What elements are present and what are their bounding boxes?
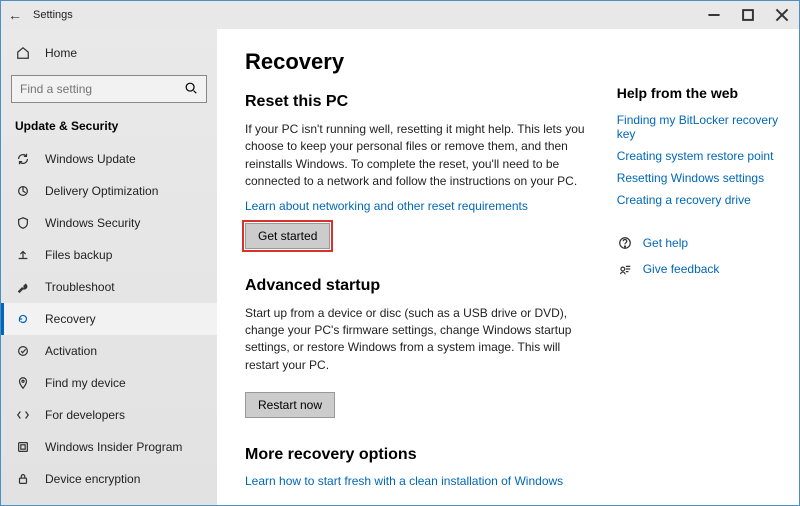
page-title: Recovery (245, 49, 589, 75)
sidebar-item-windows-insider[interactable]: Windows Insider Program (1, 431, 217, 463)
sidebar-item-find-my-device[interactable]: Find my device (1, 367, 217, 399)
sync-icon (15, 151, 31, 167)
get-started-button[interactable]: Get started (245, 223, 330, 249)
main-column: Recovery Reset this PC If your PC isn't … (245, 49, 589, 505)
restart-now-button[interactable]: Restart now (245, 392, 335, 418)
sidebar-item-device-encryption[interactable]: Device encryption (1, 463, 217, 495)
lock-icon (15, 471, 31, 487)
reset-heading: Reset this PC (245, 93, 589, 111)
help-link-reset-settings[interactable]: Resetting Windows settings (617, 171, 779, 185)
sidebar-home-label: Home (45, 46, 77, 60)
search-box[interactable] (11, 75, 207, 103)
sidebar-item-troubleshoot[interactable]: Troubleshoot (1, 271, 217, 303)
settings-window: ← Settings Home Update & Security Window… (0, 0, 800, 506)
help-icon (617, 235, 633, 251)
maximize-button[interactable] (731, 1, 765, 29)
get-help-row[interactable]: Get help (617, 235, 779, 251)
sidebar-item-label: Troubleshoot (45, 280, 115, 294)
sidebar-item-delivery-optimization[interactable]: Delivery Optimization (1, 175, 217, 207)
reset-requirements-link[interactable]: Learn about networking and other reset r… (245, 199, 528, 213)
advanced-description: Start up from a device or disc (such as … (245, 305, 585, 375)
sidebar-item-label: Activation (45, 344, 97, 358)
sidebar-item-label: Recovery (45, 312, 96, 326)
sidebar-item-windows-update[interactable]: Windows Update (1, 143, 217, 175)
help-column: Help from the web Finding my BitLocker r… (617, 49, 779, 505)
close-button[interactable] (765, 1, 799, 29)
advanced-startup-section: Advanced startup Start up from a device … (245, 277, 589, 419)
help-link-restore-point[interactable]: Creating system restore point (617, 149, 779, 163)
minimize-button[interactable] (697, 1, 731, 29)
help-heading: Help from the web (617, 85, 779, 101)
sidebar-home[interactable]: Home (1, 37, 217, 69)
location-icon (15, 375, 31, 391)
sidebar-item-recovery[interactable]: Recovery (1, 303, 217, 335)
help-link-bitlocker[interactable]: Finding my BitLocker recovery key (617, 113, 779, 141)
window-title: Settings (33, 9, 73, 21)
sidebar-item-for-developers[interactable]: For developers (1, 399, 217, 431)
sidebar-item-label: Windows Update (45, 152, 136, 166)
advanced-heading: Advanced startup (245, 277, 589, 295)
developer-icon (15, 407, 31, 423)
give-feedback-row[interactable]: Give feedback (617, 261, 779, 277)
search-icon (184, 81, 198, 98)
backup-icon (15, 247, 31, 263)
more-recovery-section: More recovery options Learn how to start… (245, 446, 589, 488)
sidebar: Home Update & Security Windows Update De… (1, 29, 217, 505)
titlebar: ← Settings (1, 1, 799, 29)
sidebar-item-files-backup[interactable]: Files backup (1, 239, 217, 271)
search-input[interactable] (20, 82, 184, 96)
more-heading: More recovery options (245, 446, 589, 464)
sidebar-item-label: Delivery Optimization (45, 184, 158, 198)
feedback-icon (617, 261, 633, 277)
sidebar-item-label: Windows Insider Program (45, 440, 182, 454)
help-links: Finding my BitLocker recovery key Creati… (617, 113, 779, 207)
fresh-install-link[interactable]: Learn how to start fresh with a clean in… (245, 474, 563, 488)
give-feedback-link[interactable]: Give feedback (643, 262, 720, 276)
back-button[interactable]: ← (1, 7, 29, 23)
reset-description: If your PC isn't running well, resetting… (245, 121, 585, 191)
sidebar-item-label: Windows Security (45, 216, 140, 230)
sidebar-item-windows-security[interactable]: Windows Security (1, 207, 217, 239)
sidebar-heading: Update & Security (1, 113, 217, 143)
insider-icon (15, 439, 31, 455)
recovery-icon (15, 311, 31, 327)
wrench-icon (15, 279, 31, 295)
sidebar-item-label: Find my device (45, 376, 126, 390)
sidebar-item-label: Device encryption (45, 472, 140, 486)
reset-pc-section: Reset this PC If your PC isn't running w… (245, 93, 589, 249)
activation-icon (15, 343, 31, 359)
sidebar-item-label: Files backup (45, 248, 112, 262)
sidebar-item-label: For developers (45, 408, 125, 422)
home-icon (15, 45, 31, 61)
get-help-link[interactable]: Get help (643, 236, 688, 250)
help-link-recovery-drive[interactable]: Creating a recovery drive (617, 193, 779, 207)
delivery-icon (15, 183, 31, 199)
shield-icon (15, 215, 31, 231)
content: Recovery Reset this PC If your PC isn't … (217, 29, 799, 505)
sidebar-item-activation[interactable]: Activation (1, 335, 217, 367)
